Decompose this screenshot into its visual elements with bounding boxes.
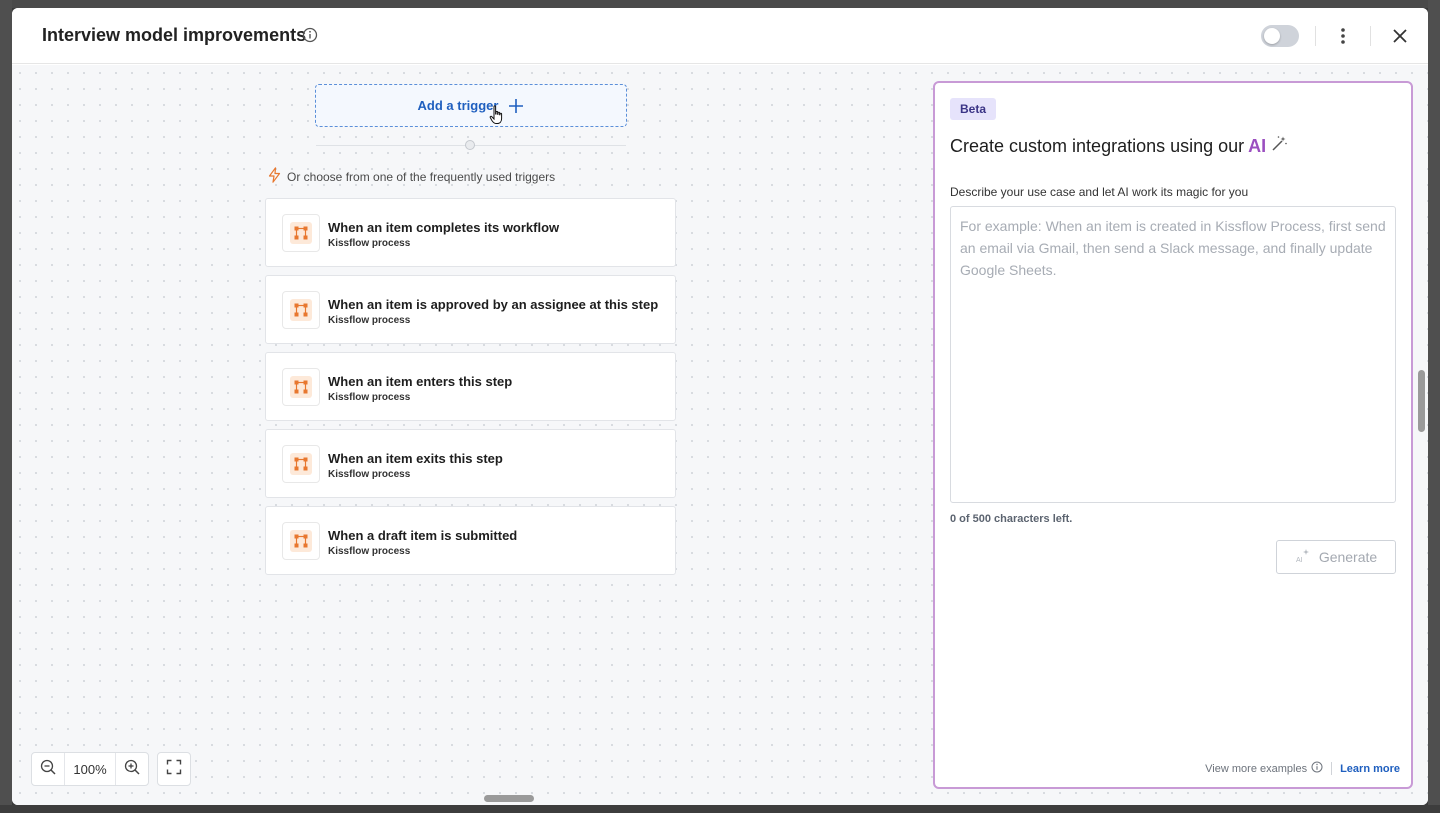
zoom-out-icon [40,759,56,780]
kissflow-process-icon [282,368,320,406]
ai-sparkle-icon: AI [1295,548,1311,567]
more-options-icon[interactable] [1334,24,1352,48]
toggle-knob [1264,28,1280,44]
character-count: 0 of 500 characters left. [950,513,1073,525]
trigger-app-name: Kissflow process [328,392,411,403]
zoom-controls: 100% [31,752,149,786]
kissflow-process-icon [282,291,320,329]
enable-toggle[interactable] [1261,25,1299,47]
magic-wand-icon [1270,135,1288,158]
vertical-scrollbar[interactable] [1418,370,1425,432]
backdrop [0,0,12,813]
trigger-card[interactable]: When an item completes its workflow Kiss… [265,198,676,267]
ai-heading: Create custom integrations using our AI [950,135,1288,158]
fullscreen-icon [166,759,182,780]
close-icon[interactable] [1390,26,1410,46]
frequent-triggers-text: Or choose from one of the frequently use… [287,169,556,184]
generate-button[interactable]: AI Generate [1276,540,1396,574]
svg-text:AI: AI [1296,557,1303,564]
panel-footer: View more examples Learn more [1205,761,1400,776]
beta-badge: Beta [950,98,997,120]
fit-to-screen-button[interactable] [157,752,191,786]
generate-label: Generate [1318,549,1378,565]
page-title: Interview model improvements [42,25,307,45]
use-case-textarea[interactable] [950,206,1396,503]
modal-header: Interview model improvements [12,8,1428,64]
zoom-in-icon [124,759,140,780]
backdrop [1428,0,1440,813]
trigger-app-name: Kissflow process [328,546,411,557]
trigger-title: When an item enters this step [328,374,513,389]
backdrop [0,0,1440,8]
trigger-title: When an item completes its workflow [328,220,560,235]
trigger-card[interactable]: When an item exits this step Kissflow pr… [265,429,676,498]
trigger-app-name: Kissflow process [328,469,411,480]
connector-node [465,140,475,150]
zoom-level: 100% [64,753,116,785]
add-trigger-button[interactable]: Add a trigger [315,84,627,127]
trigger-app-name: Kissflow process [328,315,411,326]
info-icon[interactable] [302,27,318,43]
learn-more-link[interactable]: Learn more [1340,763,1400,775]
kissflow-process-icon [282,445,320,483]
divider [1370,26,1371,46]
info-icon [1311,761,1323,776]
ai-integration-panel: Beta Create custom integrations using ou… [933,81,1413,789]
zoom-in-button[interactable] [116,753,148,785]
kissflow-process-icon [282,522,320,560]
horizontal-scrollbar[interactable] [484,795,534,802]
ai-heading-ai: AI [1248,136,1267,156]
divider [1331,762,1333,775]
zoom-out-button[interactable] [32,753,64,785]
integration-modal: Interview model improvements Add a trigg… [12,8,1428,805]
ai-heading-text: Create custom integrations using our [950,136,1245,156]
workflow-canvas[interactable]: Add a trigger Or choose from one of the … [12,65,1428,805]
plus-icon [508,98,524,114]
trigger-title: When a draft item is submitted [328,528,518,543]
view-more-text: View more examples [1205,762,1308,775]
lightning-icon [268,167,281,186]
trigger-card[interactable]: When a draft item is submitted Kissflow … [265,506,676,575]
divider [1315,26,1316,46]
backdrop [0,805,1440,813]
trigger-card[interactable]: When an item is approved by an assignee … [265,275,676,344]
kissflow-process-icon [282,214,320,252]
add-trigger-label: Add a trigger [417,98,499,113]
trigger-title: When an item is approved by an assignee … [328,297,659,312]
trigger-app-name: Kissflow process [328,238,411,249]
trigger-card[interactable]: When an item enters this step Kissflow p… [265,352,676,421]
hand-cursor-icon [489,105,505,125]
trigger-title: When an item exits this step [328,451,503,466]
frequent-triggers-label: Or choose from one of the frequently use… [268,167,555,186]
use-case-label: Describe your use case and let AI work i… [950,185,1249,199]
view-more-examples-link[interactable]: View more examples [1205,761,1323,776]
